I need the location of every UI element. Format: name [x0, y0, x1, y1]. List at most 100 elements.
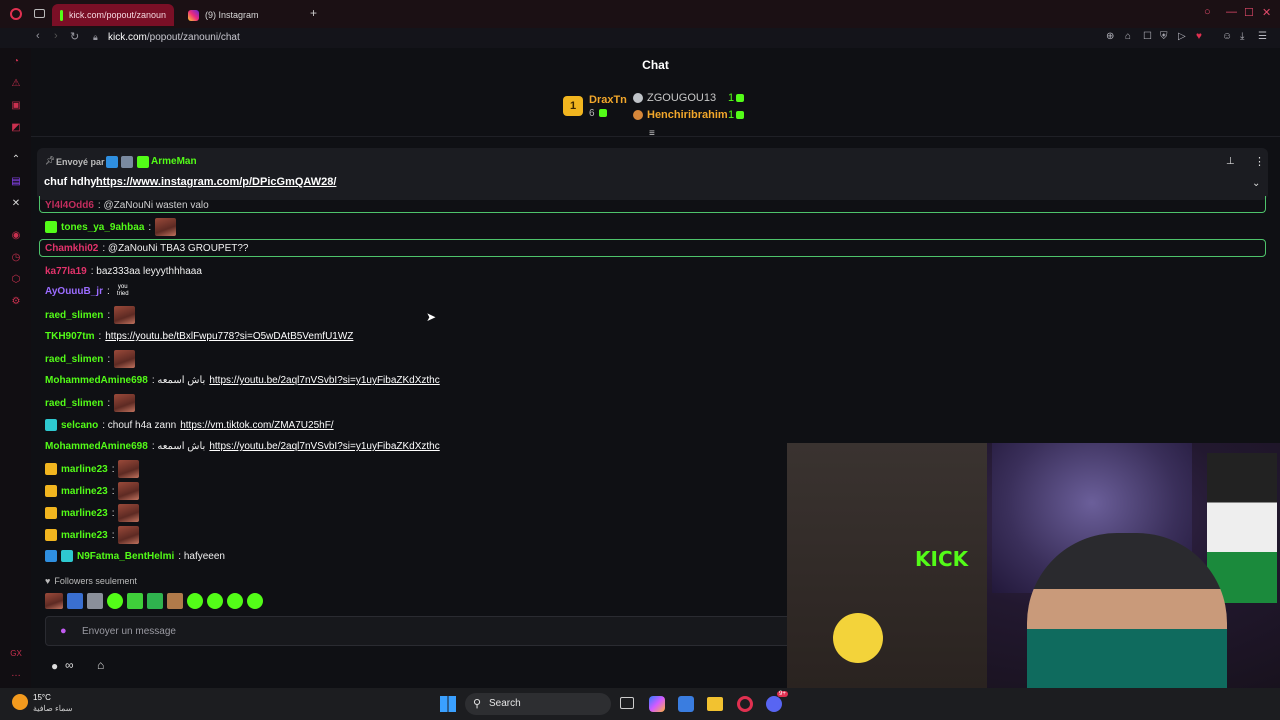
- emote-quick-item[interactable]: [87, 593, 103, 609]
- kick-sidebar-icon[interactable]: ⌃: [10, 154, 22, 166]
- emote-quick-item[interactable]: [207, 593, 223, 609]
- chat-text: : باش اسمعه: [151, 375, 206, 386]
- messenger-icon[interactable]: ▣: [10, 100, 22, 112]
- emote-quick-item[interactable]: [187, 593, 203, 609]
- taskbar-search[interactable]: ⚲ Search: [465, 693, 611, 715]
- more-options-icon[interactable]: ⋮: [1254, 155, 1265, 168]
- chat-username[interactable]: Chamkhi02: [45, 243, 98, 254]
- emote-quick-item[interactable]: [127, 593, 143, 609]
- maximize-icon[interactable]: ☐: [1244, 6, 1254, 19]
- chevron-down-icon[interactable]: ⌄: [1252, 178, 1260, 189]
- windows-start-icon[interactable]: [440, 696, 456, 712]
- store-icon[interactable]: ⌂: [97, 658, 104, 672]
- emotes-icon[interactable]: ●: [51, 659, 58, 673]
- chat-input-placeholder: Envoyer un message: [82, 626, 176, 637]
- forward-icon[interactable]: ›: [54, 30, 58, 42]
- search-tabs-icon[interactable]: ○: [1204, 6, 1211, 18]
- reload-icon[interactable]: ↻: [70, 30, 79, 43]
- new-tab-button[interactable]: +: [310, 6, 317, 20]
- pinned-author[interactable]: ArmeMan: [151, 156, 197, 167]
- x-icon[interactable]: ✕: [10, 198, 22, 210]
- emote-quick-item[interactable]: [45, 593, 63, 609]
- chat-username[interactable]: selcano: [61, 420, 98, 431]
- chat-username[interactable]: MohammedAmine698: [45, 375, 148, 386]
- opera-gx-icon[interactable]: [737, 696, 753, 712]
- account-icon[interactable]: ☺: [1222, 31, 1232, 42]
- chat-username[interactable]: MohammedAmine698: [45, 441, 148, 452]
- emote-quick-item[interactable]: [107, 593, 123, 609]
- crown-badge-icon: [45, 529, 57, 541]
- close-icon[interactable]: ✕: [1262, 6, 1271, 19]
- gift-icon: [736, 111, 744, 119]
- zoom-icon[interactable]: ⊕: [1106, 31, 1114, 42]
- expand-leaderboard-icon[interactable]: ≡: [649, 128, 655, 139]
- emote-quick-item[interactable]: [167, 593, 183, 609]
- infinity-icon[interactable]: ∞: [65, 658, 74, 672]
- chat-username[interactable]: raed_slimen: [45, 310, 103, 321]
- url-field[interactable]: kick.com/popout/zanouni/chat: [108, 32, 240, 43]
- emote-quick-item[interactable]: [247, 593, 263, 609]
- emote-quick-item[interactable]: [147, 593, 163, 609]
- chat-username[interactable]: marline23: [61, 530, 108, 541]
- leader-top-name[interactable]: DraxTn: [589, 94, 627, 106]
- pin-icon[interactable]: ⌂: [1125, 31, 1131, 42]
- chat-username[interactable]: Yl4l4Odd6: [45, 200, 94, 211]
- emote-quick-item[interactable]: [227, 593, 243, 609]
- more-icon[interactable]: …: [10, 668, 22, 680]
- twitch-icon[interactable]: ▤: [10, 176, 22, 188]
- chat-username[interactable]: AyOuuuB_jr: [45, 286, 103, 297]
- download-icon[interactable]: ⤓: [1240, 31, 1244, 42]
- bookmark-icon[interactable]: ☐: [1143, 31, 1152, 42]
- chat-username[interactable]: marline23: [61, 508, 108, 519]
- discord-icon[interactable]: [766, 696, 782, 712]
- workspace-icon[interactable]: ⚠: [10, 78, 22, 90]
- chat-emote: [118, 460, 140, 478]
- aria-icon[interactable]: ◔: [10, 56, 22, 68]
- weather-icon[interactable]: [12, 694, 28, 710]
- chat-username[interactable]: marline23: [61, 486, 108, 497]
- tab-kick[interactable]: kick.com/popout/zanoun: [52, 4, 174, 26]
- chat-message: AyOuuuB_jr : you tried: [45, 284, 132, 298]
- chat-input[interactable]: ● Envoyer un message: [45, 616, 795, 646]
- chat-username[interactable]: raed_slimen: [45, 354, 103, 365]
- tab-switcher-icon[interactable]: [34, 9, 45, 18]
- gift-icon: [599, 109, 607, 117]
- minimize-icon[interactable]: —: [1226, 6, 1237, 18]
- unpin-icon[interactable]: ⊥: [1226, 156, 1235, 167]
- copilot-icon[interactable]: [649, 696, 665, 712]
- chat-username[interactable]: TKH907tm: [45, 331, 94, 342]
- leader-second-name[interactable]: ZGOUGOU13: [647, 92, 716, 104]
- store-app-icon[interactable]: [678, 696, 694, 712]
- microphone-icon[interactable]: ●: [60, 625, 67, 637]
- chat-link[interactable]: https://youtu.be/tBxlFwpu778?si=O5wDAtB5…: [105, 331, 353, 342]
- leader-third-name[interactable]: Henchiribrahim: [647, 109, 728, 121]
- chat-emote: [155, 218, 177, 236]
- emote-quick-item[interactable]: [67, 593, 83, 609]
- music-icon[interactable]: ◩: [10, 122, 22, 134]
- heart-icon: ♥: [45, 576, 51, 586]
- shield-icon[interactable]: ⛨: [1160, 31, 1168, 42]
- menu-icon[interactable]: ☰: [1258, 31, 1267, 42]
- pinned-sent-by: Envoyé par: [56, 157, 105, 167]
- chat-username[interactable]: tones_ya_9ahbaa: [61, 222, 144, 233]
- chat-link[interactable]: https://youtu.be/2aql7nVSvbI?si=y1uyFiba…: [209, 375, 439, 386]
- pinned-link[interactable]: https://www.instagram.com/p/DPicGmQAW28/: [96, 176, 336, 188]
- file-explorer-icon[interactable]: [707, 697, 723, 711]
- chat-link[interactable]: https://youtu.be/2aql7nVSvbI?si=y1uyFiba…: [209, 441, 439, 452]
- tab-instagram[interactable]: (9) Instagram: [180, 4, 308, 26]
- camera-icon[interactable]: ▷: [1178, 31, 1186, 42]
- heart-icon[interactable]: ♥: [1196, 31, 1202, 42]
- settings-icon[interactable]: ⚙: [10, 296, 22, 308]
- opera-logo-icon[interactable]: [10, 8, 22, 20]
- history-icon[interactable]: ◷: [10, 252, 22, 264]
- back-icon[interactable]: ‹: [36, 30, 40, 42]
- chat-username[interactable]: raed_slimen: [45, 398, 103, 409]
- chat-username[interactable]: marline23: [61, 464, 108, 475]
- chat-username[interactable]: ka77la19: [45, 266, 87, 277]
- flag-palestine: [1207, 453, 1277, 603]
- chat-link[interactable]: https://vm.tiktok.com/ZMA7U25hF/: [180, 420, 333, 431]
- extensions-icon[interactable]: ⬡: [10, 274, 22, 286]
- chat-username[interactable]: N9Fatma_BentHelmi: [77, 551, 174, 562]
- task-view-icon[interactable]: [620, 697, 634, 709]
- player-icon[interactable]: ◉: [10, 230, 22, 242]
